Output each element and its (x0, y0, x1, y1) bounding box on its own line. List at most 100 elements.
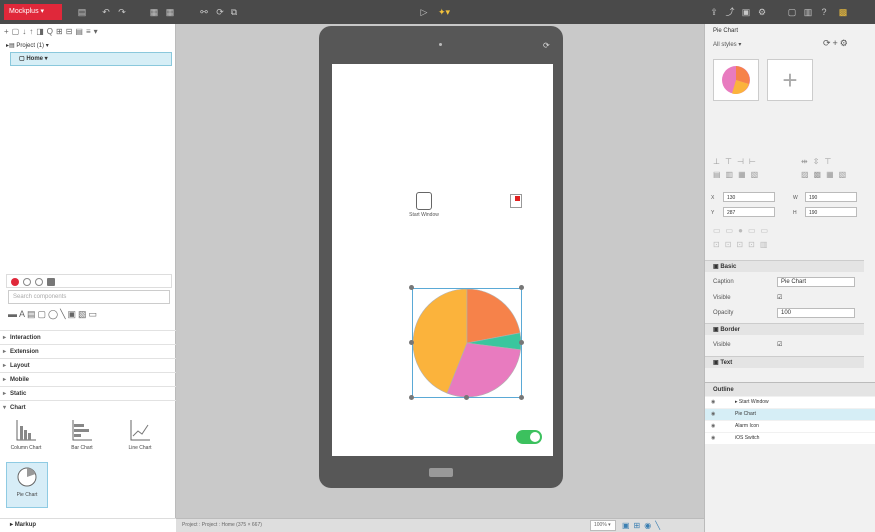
eye-icon[interactable]: ◉ (711, 397, 715, 408)
device-screen[interactable]: Start Window (332, 64, 553, 456)
crop-icon[interactable]: ⧉ (228, 7, 240, 17)
style-thumbnail[interactable] (713, 59, 759, 101)
section-text[interactable]: ▣ Text (705, 356, 864, 368)
styles-dropdown[interactable]: All styles ▾ (713, 41, 741, 48)
export-icon[interactable]: ⤴ (724, 7, 736, 17)
distribute-icons-row[interactable]: ⇹⇳⊤ (801, 157, 836, 166)
border-visible-checkbox[interactable]: ☑ (777, 342, 782, 348)
pages-icon[interactable]: ▤ (76, 7, 88, 17)
start-window-widget[interactable]: Start Window (402, 192, 446, 218)
resize-handle[interactable] (519, 395, 524, 400)
link-icon[interactable]: ⚯ (198, 7, 210, 17)
align-icons-row[interactable]: ⊥⊤⊣⊢ (713, 157, 761, 166)
icons-tab-icon[interactable] (23, 278, 31, 286)
category-mobile[interactable]: ▸ Mobile (0, 372, 176, 386)
qr-icon[interactable]: ▣ (740, 7, 752, 17)
favorites-tab-icon[interactable] (35, 278, 43, 286)
outline-item-start-window[interactable]: ◉ ▸ Start Window (705, 397, 875, 408)
bar-chart-item[interactable]: Bar Chart (62, 416, 102, 460)
alarm-icon[interactable] (510, 194, 522, 208)
pie-chart-item[interactable]: Pie Chart (6, 462, 48, 508)
resize-handle[interactable] (409, 285, 414, 290)
user-icon[interactable]: ▩ (836, 7, 850, 17)
align-icon[interactable]: ▦ (148, 7, 160, 17)
undo-icon[interactable]: ↶ (100, 7, 112, 17)
line-chart-icon (130, 420, 150, 441)
outline-item-alarm-icon[interactable]: ◉ Alarm Icon (705, 421, 875, 432)
category-interaction[interactable]: ▸ Interaction (0, 330, 176, 344)
size-icons-row[interactable]: ▤▥▦▧ (713, 170, 763, 179)
project-toolbar[interactable]: +▢↓↑◨Q⊞⊟▤≡▾ (4, 26, 172, 38)
category-static[interactable]: ▸ Static (0, 386, 176, 400)
visible-checkbox[interactable]: ☑ (777, 295, 782, 301)
category-chart[interactable]: ▾ Chart (0, 400, 176, 414)
grid-icon[interactable]: ▦ (164, 7, 176, 17)
design-canvas[interactable]: ⟳ Start Window (176, 24, 704, 518)
pie-chart-icon (17, 467, 37, 487)
h-field[interactable]: H 190 (793, 207, 857, 217)
right-panel: Pie Chart All styles ▾ ⟳+⚙ + ⊥⊤⊣⊢ ⇹⇳⊤ ▤▥… (704, 24, 875, 532)
caption-property[interactable]: Caption Pie Chart (713, 276, 855, 288)
component-search-input[interactable]: Search components (8, 290, 170, 304)
basic-shapes-row[interactable]: ▬A▤▢◯╲▣▧▭ (8, 308, 172, 320)
zoom-select[interactable]: 100% ▾ (590, 520, 616, 531)
x-field[interactable]: X 130 (711, 192, 775, 202)
outline-item-ios-switch[interactable]: ◉ iOS Switch (705, 433, 875, 444)
resize-handle[interactable] (409, 340, 414, 345)
preview-icon[interactable]: ✦▾ (436, 7, 452, 17)
y-field[interactable]: Y 287 (711, 207, 775, 217)
line-chart-item[interactable]: Line Chart (120, 416, 160, 460)
window-icon[interactable]: ▢ (786, 7, 798, 17)
resize-handle[interactable] (519, 285, 524, 290)
assets-tab-icon[interactable] (47, 278, 55, 286)
components-tab-icon[interactable] (11, 278, 19, 286)
page-path: Project : Project : Home (375 × 667) (182, 522, 262, 528)
section-basic[interactable]: ▣ Basic (705, 260, 864, 272)
rotate-icon[interactable]: ⟳ (214, 7, 226, 17)
column-chart-icon (16, 420, 36, 441)
page-node-home[interactable]: ▢ Home ▾ (10, 52, 172, 66)
section-border[interactable]: ▣ Border (705, 323, 864, 335)
visible-property[interactable]: Visible ☑ (713, 292, 782, 304)
settings-icon[interactable]: ⚙ (756, 7, 768, 17)
library-tabs (6, 274, 172, 288)
device-frame: ⟳ Start Window (319, 26, 563, 488)
opacity-property[interactable]: Opacity 100 (713, 307, 855, 319)
project-node[interactable]: ▸▤ Project (1) ▾ (6, 41, 49, 51)
category-layout[interactable]: ▸ Layout (0, 358, 176, 372)
w-field[interactable]: W 190 (793, 192, 857, 202)
layout-icon[interactable]: ▥ (802, 7, 814, 17)
category-markup[interactable]: ▸ Markup (0, 518, 176, 532)
eye-icon[interactable]: ◉ (711, 421, 715, 432)
layer-icons-row[interactable]: ⊡⊡⊡⊡▥ (713, 240, 772, 249)
add-style-button[interactable]: + (767, 59, 813, 101)
rotation-row[interactable]: ▭▭●▭▭ (713, 226, 773, 235)
selected-widget-title: Pie Chart (713, 28, 739, 34)
eye-icon[interactable]: ◉ (711, 433, 715, 444)
pie-chart-widget[interactable] (409, 285, 524, 400)
status-bar: Project : Project : Home (375 × 667) 100… (176, 518, 704, 532)
selection-box (412, 288, 522, 398)
redo-icon[interactable]: ↷ (116, 7, 128, 17)
category-extension[interactable]: ▸ Extension (0, 344, 176, 358)
resize-handle[interactable] (519, 340, 524, 345)
flip-icons-row[interactable]: ▨▩▦▧ (801, 170, 851, 179)
outline-header: Outline (705, 382, 875, 396)
app-logo-button[interactable]: Mockplus ▾ (4, 4, 62, 20)
share-icon[interactable]: ⇪ (708, 7, 720, 17)
rotate-device-icon[interactable]: ⟳ (543, 42, 551, 50)
border-visible-property[interactable]: Visible ☑ (713, 339, 782, 351)
pie-style-icon (722, 66, 750, 94)
window-icon (416, 192, 432, 210)
column-chart-item[interactable]: Column Chart (6, 416, 46, 460)
eye-icon[interactable]: ◉ (711, 409, 715, 420)
ios-switch[interactable] (516, 430, 542, 444)
play-icon[interactable]: ▷ (418, 7, 430, 17)
home-button (429, 468, 453, 477)
resize-handle[interactable] (464, 395, 469, 400)
outline-item-pie-chart[interactable]: ◉ Pie Chart (705, 409, 875, 420)
view-mode-icons[interactable]: ▣⊞◉╲ (622, 519, 664, 532)
resize-handle[interactable] (409, 395, 414, 400)
style-actions-icons[interactable]: ⟳+⚙ (823, 38, 850, 49)
help-icon[interactable]: ? (818, 7, 830, 17)
